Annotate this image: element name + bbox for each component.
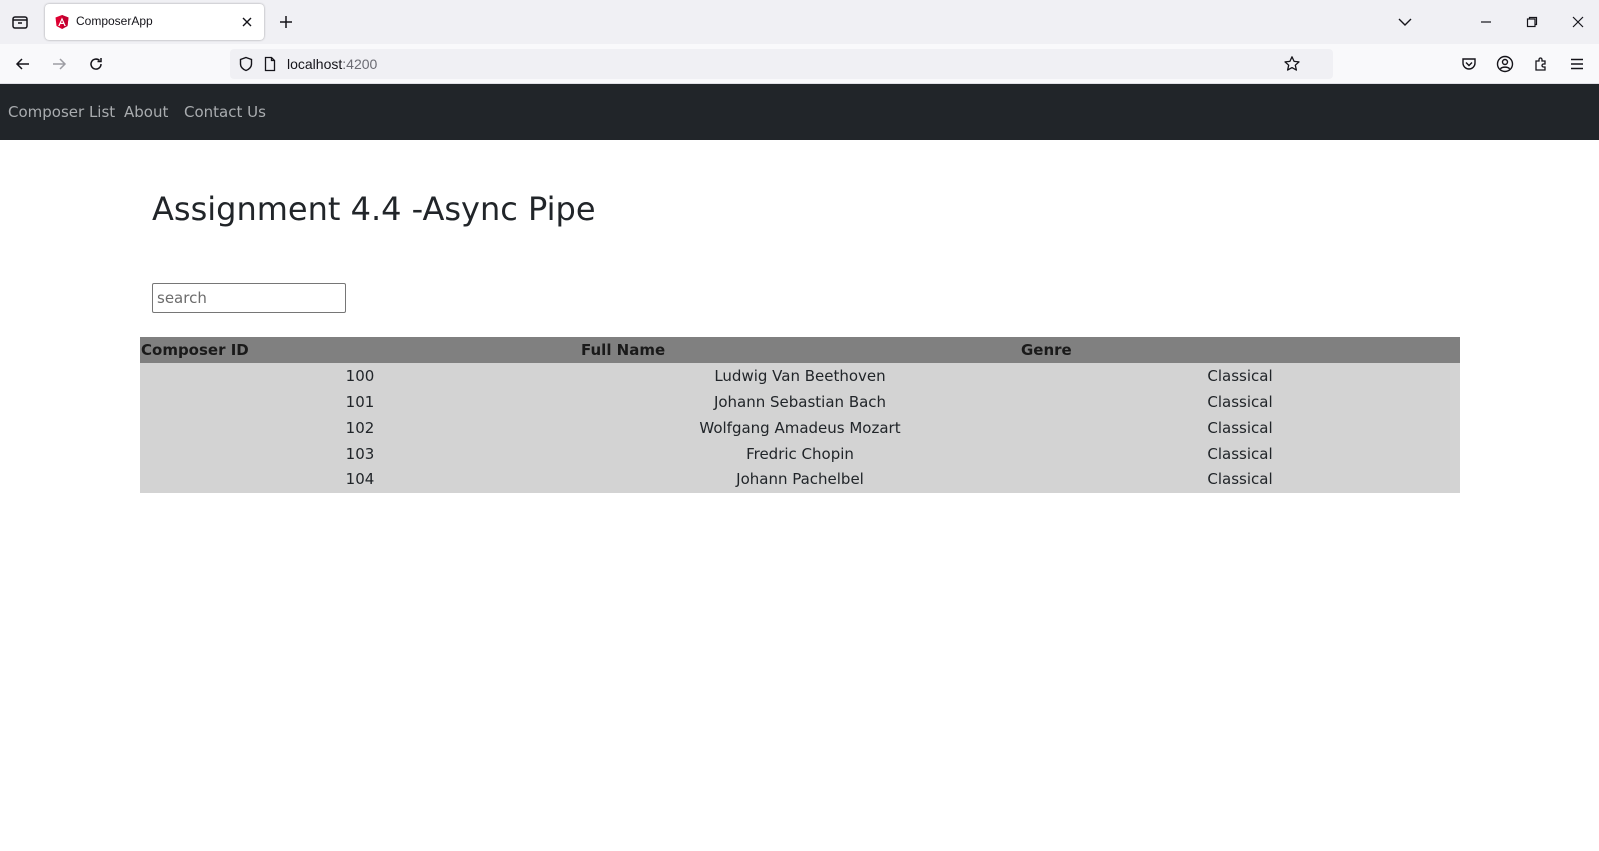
header-full-name: Full Name <box>581 341 666 359</box>
cell-composer-id: 100 <box>345 367 375 385</box>
header-genre: Genre <box>1021 341 1072 359</box>
url-text: localhost:4200 <box>287 56 377 72</box>
page-icon[interactable] <box>261 55 279 73</box>
header-composer-id: Composer ID <box>141 341 249 359</box>
cell-full-name: Ludwig Van Beethoven <box>714 367 886 385</box>
window-close-icon[interactable] <box>1566 10 1590 34</box>
angular-favicon-icon <box>54 14 70 30</box>
cell-full-name: Johann Sebastian Bach <box>713 393 887 411</box>
nav-about[interactable]: About <box>124 103 168 121</box>
restore-icon[interactable] <box>1520 10 1544 34</box>
browser-toolbar: localhost:4200 <box>0 44 1599 84</box>
table-row: 103 Fredric Chopin Classical <box>140 441 1460 467</box>
cell-full-name: Wolfgang Amadeus Mozart <box>699 419 901 437</box>
nav-contact-us[interactable]: Contact Us <box>184 103 266 121</box>
url-port: :4200 <box>342 56 378 72</box>
nav-composer-list[interactable]: Composer List <box>8 103 115 121</box>
url-host: localhost <box>287 56 343 72</box>
url-bar[interactable]: localhost:4200 <box>230 49 1333 79</box>
chevron-down-icon[interactable] <box>1393 10 1417 34</box>
cell-genre: Classical <box>1207 419 1273 437</box>
cell-genre: Classical <box>1207 393 1273 411</box>
back-arrow-icon[interactable] <box>10 51 36 77</box>
close-icon[interactable] <box>238 13 256 31</box>
search-input[interactable] <box>152 283 346 313</box>
cell-full-name: Johann Pachelbel <box>736 470 864 488</box>
cell-genre: Classical <box>1207 445 1273 463</box>
forward-arrow-icon[interactable] <box>46 51 72 77</box>
tab-list-icon[interactable] <box>8 10 32 34</box>
table-row: 101 Johann Sebastian Bach Classical <box>140 389 1460 415</box>
minimize-icon[interactable] <box>1474 10 1498 34</box>
table-header-row: Composer ID Full Name Genre <box>140 337 1460 363</box>
browser-tab-bar: ComposerApp <box>0 0 1599 44</box>
cell-composer-id: 101 <box>345 393 375 411</box>
table-row: 102 Wolfgang Amadeus Mozart Classical <box>140 415 1460 441</box>
table-row: 104 Johann Pachelbel Classical <box>140 467 1460 493</box>
account-icon[interactable] <box>1492 51 1518 77</box>
browser-tab[interactable]: ComposerApp <box>45 4 264 40</box>
page-title: Assignment 4.4 -Async Pipe <box>152 190 596 228</box>
app-navbar: Composer List About Contact Us <box>0 84 1599 140</box>
cell-composer-id: 103 <box>345 445 375 463</box>
cell-genre: Classical <box>1207 470 1273 488</box>
cell-composer-id: 104 <box>345 470 375 488</box>
cell-full-name: Fredric Chopin <box>746 445 854 463</box>
composer-table: Composer ID Full Name Genre 100 Ludwig V… <box>140 337 1460 493</box>
plus-icon[interactable] <box>274 10 298 34</box>
cell-genre: Classical <box>1207 367 1273 385</box>
table-row: 100 Ludwig Van Beethoven Classical <box>140 363 1460 389</box>
menu-icon[interactable] <box>1564 51 1590 77</box>
reload-icon[interactable] <box>83 51 109 77</box>
cell-composer-id: 102 <box>345 419 375 437</box>
shield-icon[interactable] <box>237 55 255 73</box>
extensions-icon[interactable] <box>1528 51 1554 77</box>
star-icon[interactable] <box>1283 55 1301 73</box>
pocket-icon[interactable] <box>1456 51 1482 77</box>
tab-title: ComposerApp <box>76 14 153 28</box>
